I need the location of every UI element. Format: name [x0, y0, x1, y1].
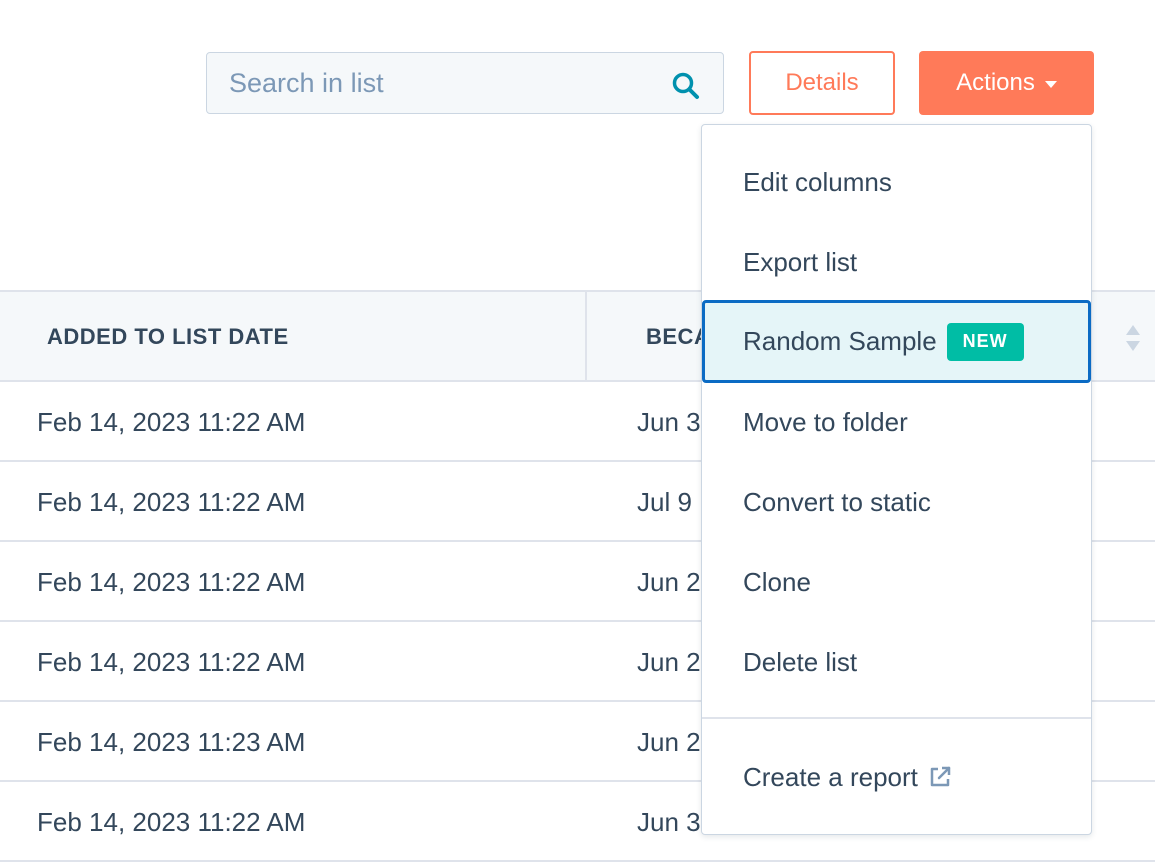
added-date-cell: Feb 14, 2023 11:22 AM	[37, 566, 306, 597]
search-input[interactable]	[207, 53, 669, 113]
became-date-cell: Jun 3	[637, 806, 701, 837]
column-divider[interactable]	[585, 292, 587, 382]
became-date-cell: Jun 3	[637, 406, 701, 437]
menu-item-export-list[interactable]: Export list	[702, 222, 1091, 302]
menu-divider	[702, 717, 1091, 719]
added-date-cell: Feb 14, 2023 11:22 AM	[37, 406, 306, 437]
menu-item-edit-columns[interactable]: Edit columns	[702, 142, 1091, 222]
menu-item-random-sample[interactable]: Random Sample NEW	[702, 300, 1091, 383]
menu-item-label: Create a report	[743, 761, 918, 792]
column-header-added-to-list-date[interactable]: ADDED TO LIST DATE	[47, 292, 289, 382]
menu-item-move-to-folder[interactable]: Move to folder	[702, 382, 1091, 462]
became-date-cell: Jun 2	[637, 646, 701, 677]
added-date-cell: Feb 14, 2023 11:22 AM	[37, 806, 306, 837]
became-date-cell: Jul 9	[637, 486, 692, 517]
added-date-cell: Feb 14, 2023 11:23 AM	[37, 726, 306, 757]
became-date-cell: Jun 2	[637, 726, 701, 757]
external-link-icon	[930, 766, 951, 787]
menu-item-convert-to-static[interactable]: Convert to static	[702, 462, 1091, 542]
actions-button[interactable]: Actions	[919, 51, 1094, 115]
details-button[interactable]: Details	[749, 51, 895, 115]
search-icon[interactable]	[671, 71, 701, 101]
caret-down-icon	[1044, 80, 1057, 88]
actions-dropdown-menu: Edit columns Export list Random Sample N…	[701, 124, 1092, 835]
menu-item-create-report[interactable]: Create a report	[702, 737, 1091, 817]
sort-icon[interactable]	[1125, 323, 1141, 353]
menu-item-label: Random Sample	[743, 326, 937, 356]
actions-button-label: Actions	[956, 69, 1035, 96]
new-badge: NEW	[946, 322, 1024, 361]
menu-item-delete-list[interactable]: Delete list	[702, 622, 1091, 702]
search-box[interactable]	[206, 52, 724, 114]
added-date-cell: Feb 14, 2023 11:22 AM	[37, 646, 306, 677]
became-date-cell: Jun 2	[637, 566, 701, 597]
added-date-cell: Feb 14, 2023 11:22 AM	[37, 486, 306, 517]
menu-item-clone[interactable]: Clone	[702, 542, 1091, 622]
